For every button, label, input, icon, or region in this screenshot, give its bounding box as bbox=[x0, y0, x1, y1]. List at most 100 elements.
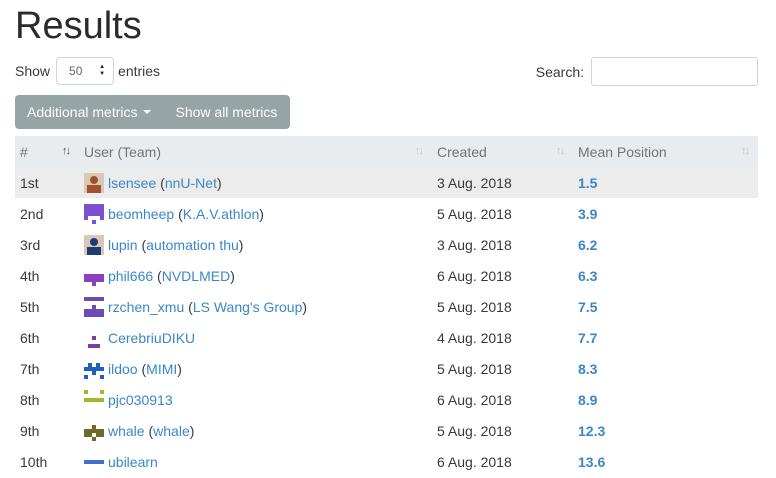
column-header-mean-position[interactable]: Mean Position ↑↓ bbox=[573, 136, 758, 167]
created-cell: 5 Aug. 2018 bbox=[437, 422, 512, 439]
user-link[interactable]: phil666 bbox=[108, 268, 153, 284]
mean-position-cell: 12.3 bbox=[573, 415, 758, 446]
user-cell: phil666 (NVDLMED) bbox=[79, 260, 432, 291]
page-title: Results bbox=[15, 5, 142, 47]
user-cell: whale (whale) bbox=[79, 415, 432, 446]
user-cell: pjc030913 bbox=[79, 384, 432, 415]
table-header-row: # ↑↓ User (Team) ↑↓ Created ↑↓ Mean Posi… bbox=[15, 136, 758, 167]
mean-position-link[interactable]: 6.2 bbox=[578, 237, 597, 253]
team-close-paren: ) bbox=[216, 174, 222, 191]
identicon-icon bbox=[84, 358, 104, 379]
table-row: 4th phil666 (NVDLMED) 6 Aug. 2018 6.3 bbox=[15, 260, 758, 291]
column-header-rank[interactable]: # ↑↓ bbox=[15, 136, 79, 167]
team-close-paren: ) bbox=[302, 298, 308, 315]
mean-position-link[interactable]: 3.9 bbox=[578, 206, 597, 222]
user-link[interactable]: whale bbox=[108, 423, 145, 439]
identicon-icon bbox=[84, 203, 104, 224]
user-link[interactable]: CerebriuDIKU bbox=[108, 330, 195, 346]
column-header-user[interactable]: User (Team) ↑↓ bbox=[79, 136, 432, 167]
column-header-created[interactable]: Created ↑↓ bbox=[432, 136, 573, 167]
team-link[interactable]: automation thu bbox=[146, 237, 239, 253]
user-cell: ildoo (MIMI) bbox=[79, 353, 432, 384]
team-link[interactable]: LS Wang's Group bbox=[193, 299, 303, 315]
mean-position-link[interactable]: 8.3 bbox=[578, 361, 597, 377]
search-control: Search: bbox=[536, 57, 758, 86]
team-close-paren: ) bbox=[238, 236, 244, 253]
created-cell: 5 Aug. 2018 bbox=[437, 298, 512, 315]
mean-position-link[interactable]: 7.7 bbox=[578, 330, 597, 346]
table-row: 7th ildoo (MIMI) 5 Aug. 2018 8.3 bbox=[15, 353, 758, 384]
rank-cell: 10th bbox=[20, 453, 48, 470]
identicon-icon bbox=[84, 265, 104, 286]
additional-metrics-button[interactable]: Additional metrics bbox=[15, 95, 163, 129]
mean-position-cell: 3.9 bbox=[573, 198, 758, 229]
additional-metrics-label: Additional metrics bbox=[27, 104, 138, 120]
sort-icon: ↑↓ bbox=[415, 145, 424, 157]
identicon-icon bbox=[84, 389, 104, 410]
rank-cell: 1st bbox=[20, 174, 39, 191]
created-cell: 6 Aug. 2018 bbox=[437, 391, 512, 408]
table-row: 6th CerebriuDIKU 4 Aug. 2018 7.7 bbox=[15, 322, 758, 353]
entries-select-value: 50 bbox=[69, 64, 83, 78]
entries-label: entries bbox=[118, 63, 161, 79]
created-cell: 6 Aug. 2018 bbox=[437, 267, 512, 284]
created-cell: 3 Aug. 2018 bbox=[437, 236, 512, 253]
sort-icon: ↑↓ bbox=[62, 145, 71, 157]
mean-position-link[interactable]: 7.5 bbox=[578, 299, 597, 315]
search-input[interactable] bbox=[591, 57, 758, 86]
team-link[interactable]: whale bbox=[153, 423, 190, 439]
mean-position-link[interactable]: 13.6 bbox=[578, 454, 605, 470]
created-cell: 4 Aug. 2018 bbox=[437, 329, 512, 346]
created-cell: 3 Aug. 2018 bbox=[437, 174, 512, 191]
identicon-icon bbox=[84, 451, 104, 472]
select-arrows-icon: ▲ ▼ bbox=[99, 64, 106, 77]
mean-position-link[interactable]: 1.5 bbox=[578, 175, 597, 191]
entries-select[interactable]: 50 ▲ ▼ bbox=[56, 57, 115, 85]
mean-position-cell: 1.5 bbox=[573, 167, 758, 198]
created-cell: 5 Aug. 2018 bbox=[437, 205, 512, 222]
team-close-paren: ) bbox=[259, 205, 264, 222]
user-link[interactable]: rzchen_xmu bbox=[108, 299, 184, 315]
table-row: 2nd beomheep (K.A.V.athlon) 5 Aug. 2018 … bbox=[15, 198, 758, 229]
show-all-metrics-button[interactable]: Show all metrics bbox=[162, 95, 291, 129]
table-row: 9th whale (whale) 5 Aug. 2018 12.3 bbox=[15, 415, 758, 446]
team-close-paren: ) bbox=[177, 360, 182, 377]
results-table: # ↑↓ User (Team) ↑↓ Created ↑↓ Mean Posi… bbox=[15, 136, 758, 477]
table-row: 5th rzchen_xmu (LS Wang's Group) 5 Aug. … bbox=[15, 291, 758, 322]
entries-length-control: Show 50 ▲ ▼ entries bbox=[15, 57, 160, 85]
team-link[interactable]: nnU-Net bbox=[165, 175, 217, 191]
team-link[interactable]: K.A.V.athlon bbox=[183, 206, 260, 222]
photo-avatar-icon bbox=[84, 234, 104, 255]
user-link[interactable]: lupin bbox=[108, 237, 138, 253]
user-link[interactable]: lsensee bbox=[108, 175, 156, 191]
user-link[interactable]: pjc030913 bbox=[108, 392, 173, 408]
team-link[interactable]: NVDLMED bbox=[162, 268, 230, 284]
sort-icon: ↑↓ bbox=[741, 145, 750, 157]
mean-position-link[interactable]: 6.3 bbox=[578, 268, 597, 284]
user-cell: ubilearn bbox=[79, 446, 432, 477]
search-label: Search: bbox=[535, 63, 584, 80]
table-row: 10th ubilearn 6 Aug. 2018 13.6 bbox=[15, 446, 758, 477]
table-row: 3rd lupin (automation thu) 3 Aug. 2018 6… bbox=[15, 229, 758, 260]
caret-down-icon bbox=[142, 110, 151, 114]
user-cell: lsensee (nnU-Net) bbox=[79, 167, 432, 198]
mean-position-cell: 8.3 bbox=[573, 353, 758, 384]
rank-cell: 7th bbox=[20, 360, 40, 377]
mean-position-link[interactable]: 12.3 bbox=[578, 423, 605, 439]
user-cell: rzchen_xmu (LS Wang's Group) bbox=[79, 291, 432, 322]
table-row: 1st lsensee (nnU-Net) 3 Aug. 2018 1.5 bbox=[15, 167, 758, 198]
user-link[interactable]: ubilearn bbox=[108, 454, 158, 470]
mean-position-cell: 6.2 bbox=[573, 229, 758, 260]
team-link[interactable]: MIMI bbox=[146, 361, 177, 377]
rank-cell: 5th bbox=[20, 298, 40, 315]
mean-position-cell: 6.3 bbox=[573, 260, 758, 291]
user-link[interactable]: ildoo bbox=[108, 361, 138, 377]
mean-position-link[interactable]: 8.9 bbox=[578, 392, 597, 408]
rank-cell: 4th bbox=[20, 267, 40, 284]
user-link[interactable]: beomheep bbox=[108, 206, 174, 222]
show-label: Show bbox=[15, 63, 51, 79]
identicon-icon bbox=[84, 420, 104, 441]
user-cell: CerebriuDIKU bbox=[79, 322, 432, 353]
mean-position-cell: 7.5 bbox=[573, 291, 758, 322]
identicon-icon bbox=[84, 327, 104, 348]
